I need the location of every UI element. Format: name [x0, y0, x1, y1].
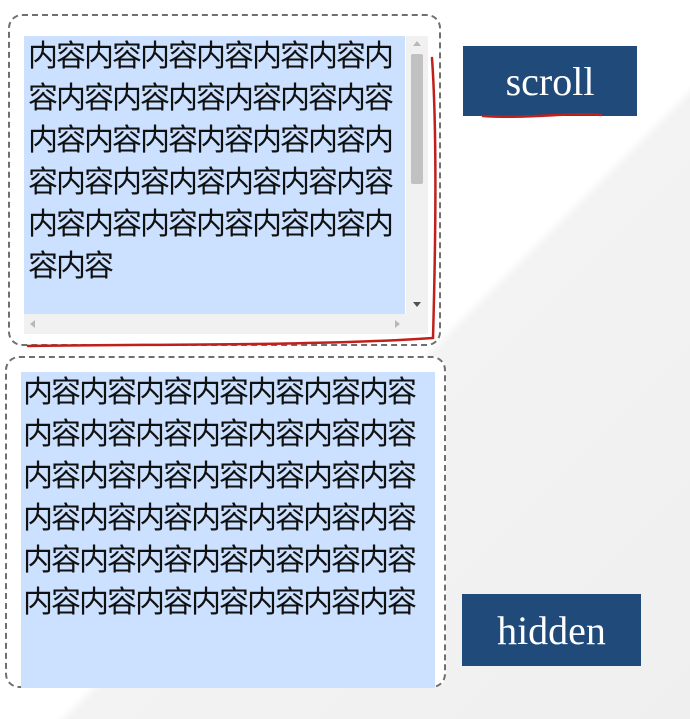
- scroll-left-arrow-icon[interactable]: [30, 320, 35, 328]
- overflow-scroll-demo-box: 内容内容内容内容内容内容内容内容内容内容内容内容内容内容内容内容内容内容内容内容…: [8, 14, 441, 346]
- overflow-hidden-demo-box: 内容内容内容内容内容内容内容内容内容内容内容内容内容内容内容内容内容内容内容内容…: [5, 356, 446, 688]
- vertical-scrollbar-thumb[interactable]: [411, 54, 423, 184]
- scrollbar-corner: [406, 314, 428, 334]
- scroll-content-area[interactable]: 内容内容内容内容内容内容内容内容内容内容内容内容内容内容内容内容内容内容内容内容…: [24, 36, 405, 314]
- vertical-scrollbar[interactable]: [406, 36, 428, 314]
- hidden-content-area: 内容内容内容内容内容内容内容内容内容内容内容内容内容内容内容内容内容内容内容内容…: [21, 372, 435, 688]
- horizontal-scrollbar[interactable]: [24, 314, 406, 334]
- scroll-right-arrow-icon[interactable]: [395, 320, 400, 328]
- scroll-down-arrow-icon[interactable]: [413, 302, 421, 307]
- scroll-up-arrow-icon[interactable]: [413, 41, 421, 46]
- hidden-label: hidden: [462, 594, 641, 666]
- scroll-label: scroll: [463, 46, 637, 116]
